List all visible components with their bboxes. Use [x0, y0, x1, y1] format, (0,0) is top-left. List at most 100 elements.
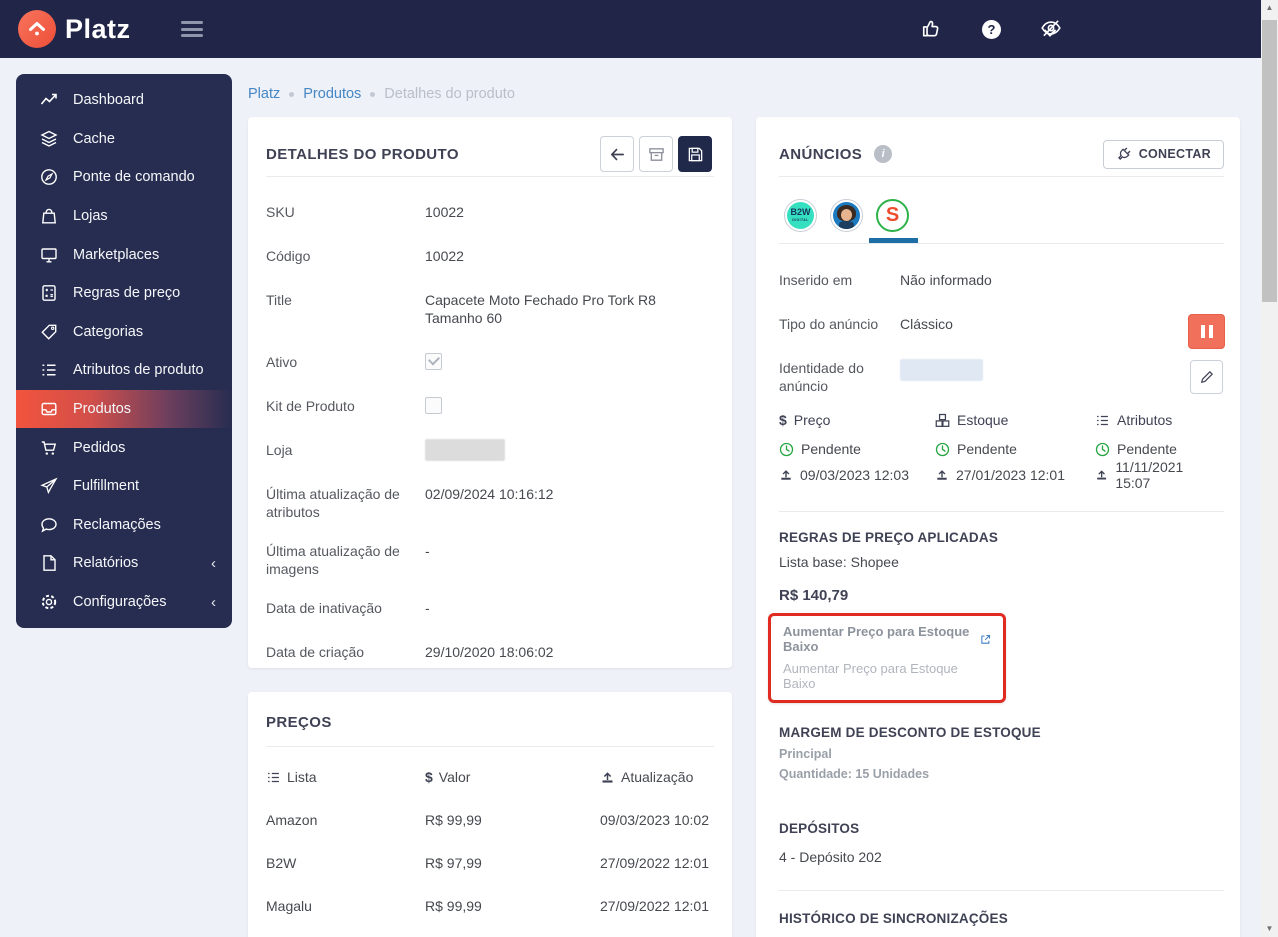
sidebar-item-label: Regras de preço	[73, 285, 181, 302]
sidebar-item-marketplaces[interactable]: Marketplaces	[16, 235, 232, 274]
sidebar-item-produtos[interactable]: Produtos	[16, 389, 232, 429]
upload-icon	[935, 468, 949, 482]
regras-title: REGRAS DE PREÇO APLICADAS	[779, 530, 999, 545]
sidebar-item-label: Relatórios	[73, 555, 139, 572]
sidebar-item-ponte-de-comando[interactable]: Ponte de comando	[16, 158, 232, 197]
anuncios-card-title: ANÚNCIOS	[779, 145, 863, 163]
dollar-icon: $	[425, 769, 433, 785]
external-link-icon	[980, 633, 991, 646]
price-value: R$ 99,99	[425, 812, 482, 828]
back-button[interactable]	[600, 136, 634, 172]
sidebar-item-cache[interactable]: Cache	[16, 120, 232, 159]
tab-b2w[interactable]: B2W DIGITAL	[784, 199, 817, 232]
sidebar-item-label: Fulfillment	[73, 478, 140, 495]
ativo-checkbox[interactable]	[425, 353, 442, 370]
sidebar-item-atributos-de-produto[interactable]: Atributos de produto	[16, 351, 232, 390]
shopee-logo: S	[885, 204, 900, 226]
sidebar-item-lojas[interactable]: Lojas	[16, 197, 232, 236]
edit-identity-button[interactable]	[1190, 360, 1223, 394]
breadcrumb-home[interactable]: Platz	[248, 86, 280, 102]
shopping-bag-icon	[40, 207, 58, 225]
upload-icon	[1095, 468, 1108, 482]
price-list: B2W	[266, 855, 297, 871]
attr-update-label: Última atualização de atributos	[266, 486, 400, 520]
margem-title: MARGEM DE DESCONTO DE ESTOQUE	[779, 725, 1041, 740]
breadcrumb: Platz Produtos Detalhes do produto	[248, 86, 515, 102]
img-update-value: -	[425, 543, 430, 559]
compass-icon	[40, 168, 58, 186]
brand-logo[interactable]: Platz	[18, 10, 131, 48]
home-caret-icon	[29, 22, 45, 36]
price-row: B2W R$ 97,99 27/09/2022 12:01	[266, 855, 714, 871]
column-header-lista: Lista	[266, 769, 425, 785]
plug-icon	[1116, 146, 1132, 162]
monitor-icon	[40, 246, 58, 264]
page-scrollbar[interactable]: ▲ ▼	[1261, 0, 1278, 937]
sidebar-item-regras-de-preco[interactable]: Regras de preço	[16, 274, 232, 313]
save-button[interactable]	[678, 136, 712, 172]
list-icon	[1095, 413, 1110, 428]
rule-price: R$ 140,79	[779, 587, 849, 604]
sidebar-item-categorias[interactable]: Categorias	[16, 313, 232, 352]
breadcrumb-produtos[interactable]: Produtos	[303, 86, 361, 102]
sidebar-item-configuracoes[interactable]: Configurações ‹	[16, 583, 232, 622]
column-header-valor: $ Valor	[425, 769, 471, 785]
scroll-up-icon[interactable]: ▲	[1261, 0, 1278, 16]
lista-base: Lista base: Shopee	[779, 554, 899, 570]
sidebar-item-reclamacoes[interactable]: Reclamações	[16, 506, 232, 545]
clock-icon	[935, 442, 950, 457]
price-list: Magalu	[266, 898, 312, 914]
kit-checkbox[interactable]	[425, 397, 442, 414]
margem-name: Principal	[779, 747, 832, 761]
identidade-redacted-value	[900, 359, 983, 381]
dollar-icon: $	[779, 412, 787, 428]
gear-icon	[40, 593, 58, 611]
chevron-left-icon: ‹	[211, 593, 216, 611]
sidebar-item-label: Categorias	[73, 323, 144, 340]
rule-link[interactable]: Aumentar Preço para Estoque Baixo	[783, 624, 991, 654]
archive-button[interactable]	[639, 136, 673, 172]
tab-shopee[interactable]: S	[876, 199, 909, 232]
tipo-label: Tipo do anúncio	[779, 316, 879, 332]
prices-card-title: PREÇOS	[266, 714, 332, 731]
creation-label: Data de criação	[266, 644, 365, 660]
tipo-value: Clássico	[900, 316, 953, 332]
loja-label: Loja	[266, 442, 293, 458]
prices-card: PREÇOS Lista $ Valor Atualização Amazon R$…	[248, 692, 732, 937]
pause-button[interactable]	[1188, 314, 1225, 349]
scrollbar-thumb[interactable]	[1262, 20, 1277, 302]
rule-annotation-box: Aumentar Preço para Estoque Baixo Aument…	[768, 613, 1006, 703]
tab-magalu[interactable]	[830, 199, 863, 232]
arrow-left-icon	[609, 146, 626, 163]
menu-icon[interactable]	[180, 21, 203, 37]
sku-label: SKU	[266, 204, 295, 220]
chevron-left-icon: ‹	[211, 554, 216, 572]
sidebar-item-label: Ponte de comando	[73, 169, 195, 186]
codigo-label: Código	[266, 248, 311, 264]
price-update: 09/03/2023 10:02	[600, 812, 709, 828]
plane-icon	[40, 477, 58, 495]
breadcrumb-separator	[289, 91, 295, 97]
scroll-down-icon[interactable]: ▼	[1261, 921, 1278, 937]
sidebar-item-dashboard[interactable]: Dashboard	[16, 81, 232, 120]
thumbs-up-icon[interactable]	[921, 17, 943, 42]
magalu-avatar	[833, 202, 860, 229]
marketplace-tabs: B2W DIGITAL S	[756, 177, 1240, 243]
info-icon[interactable]: i	[874, 145, 893, 163]
dashboard-icon	[40, 91, 58, 109]
help-icon[interactable]: ?	[982, 19, 1001, 39]
sidebar-item-pedidos[interactable]: Pedidos	[16, 428, 232, 467]
sidebar-item-relatorios[interactable]: Relatórios ‹	[16, 544, 232, 583]
kit-label: Kit de Produto	[266, 398, 355, 414]
column-header-atualizacao: Atualização	[600, 769, 714, 785]
list-icon	[40, 361, 58, 379]
sidebar-item-fulfillment[interactable]: Fulfillment	[16, 467, 232, 506]
user-menu-chevron-down-icon[interactable]	[1043, 25, 1057, 41]
price-row: Amazon R$ 99,99 09/03/2023 10:02	[266, 812, 714, 828]
b2w-logo: B2W DIGITAL	[787, 202, 814, 229]
price-update: 27/09/2022 12:01	[600, 898, 709, 914]
inactivation-label: Data de inativação	[266, 600, 382, 616]
save-icon	[687, 146, 704, 163]
conectar-button[interactable]: CONECTAR	[1102, 139, 1224, 169]
pencil-icon	[1199, 369, 1215, 385]
